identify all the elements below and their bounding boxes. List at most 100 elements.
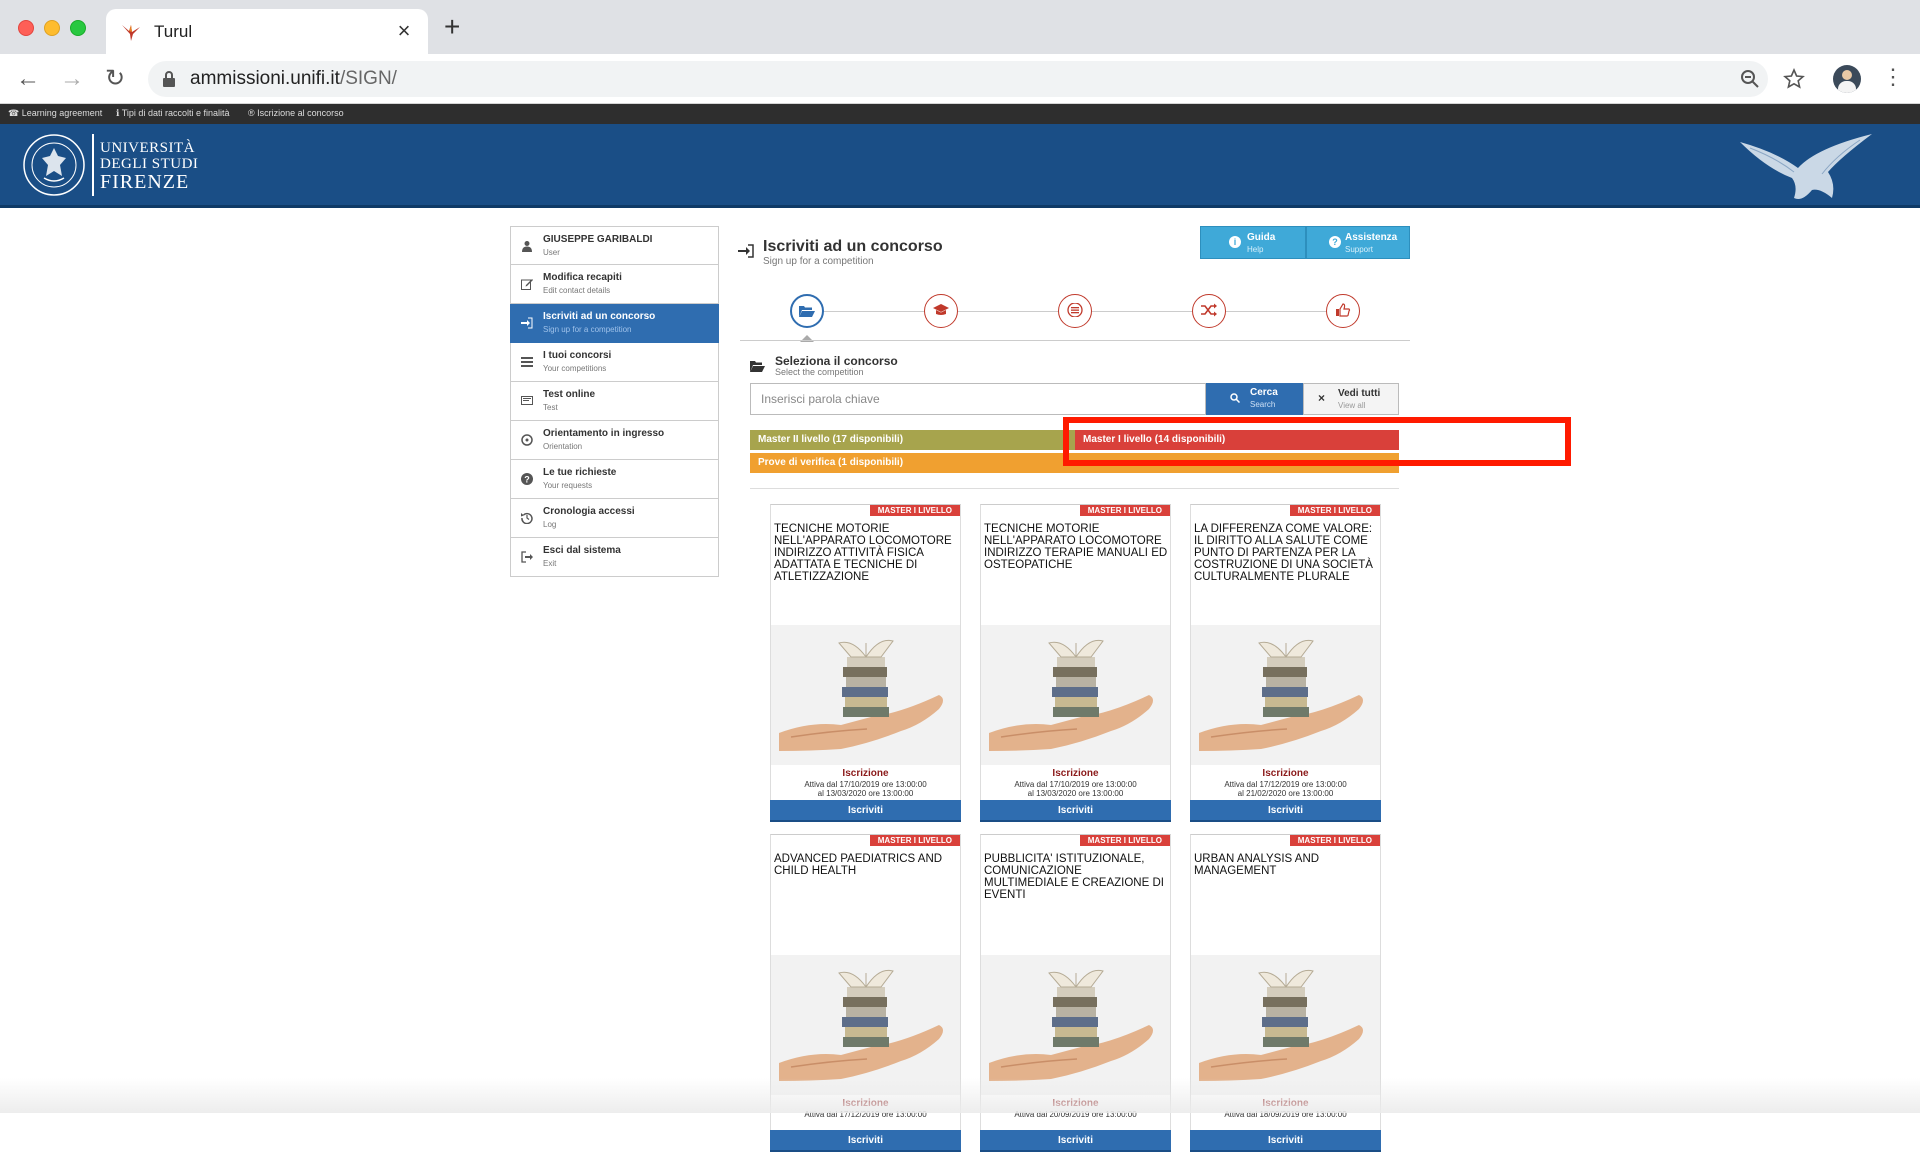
user-icon (522, 241, 532, 252)
card-iscriviti-button[interactable]: Iscriviti (1190, 800, 1381, 822)
card-iscriviti-button[interactable]: Iscriviti (770, 800, 961, 822)
address-bar[interactable]: ammissioni.unifi.it/SIGN/ (148, 61, 1768, 97)
sidebar-item-test-online[interactable]: Test online Test (510, 382, 719, 421)
sidebar-item-access-log[interactable]: Cronologia accessi Log (510, 499, 719, 538)
browser-tab[interactable]: Turul × (106, 9, 428, 54)
card-iscriviti-button[interactable]: Iscriviti (980, 1130, 1171, 1152)
browser-toolbar: ← → ↻ ammissioni.unifi.it/SIGN/ ⋮ (0, 54, 1920, 104)
zoom-icon[interactable] (1740, 69, 1760, 89)
category-master-ii[interactable]: Master II livello (17 disponibili) (750, 430, 1075, 450)
cards-divider (750, 488, 1399, 489)
sidebar-item-sublabel: Your competitions (543, 364, 607, 373)
sidebar-item-sublabel: Log (543, 520, 557, 529)
exit-icon (521, 551, 533, 563)
folder-open-icon (750, 361, 765, 372)
card-title[interactable]: LA DIFFERENZA COME VALORE: IL DIRITTO AL… (1194, 523, 1379, 583)
sidebar-item-edit-contacts[interactable]: Modifica recapiti Edit contact details (510, 265, 719, 304)
back-icon[interactable]: ← (14, 65, 42, 93)
topnav-data-types[interactable]: ℹ Tipi di dati raccolti e finalità (116, 108, 229, 119)
tab-close-icon[interactable]: × (392, 18, 416, 44)
keyword-search-input[interactable] (750, 383, 1206, 415)
logo-divider (92, 134, 94, 196)
competition-card: MASTER I LIVELLO LA DIFFERENZA COME VALOR… (1190, 504, 1381, 822)
sidebar-item-sublabel: Test (543, 403, 558, 412)
sidebar-item-requests[interactable]: ? Le tue richieste Your requests (510, 460, 719, 499)
sidebar-item-sublabel: Edit contact details (543, 286, 611, 295)
profile-avatar[interactable] (1833, 65, 1861, 93)
step-details[interactable] (1058, 294, 1092, 328)
card-dates-start: Attiva dal 17/10/2019 ore 13:00:00 (1014, 780, 1137, 789)
new-tab-icon[interactable]: + (444, 13, 460, 41)
star-icon[interactable] (1783, 68, 1805, 90)
card-iscriviti-button[interactable]: Iscriviti (1190, 1130, 1381, 1152)
forward-icon[interactable]: → (58, 65, 86, 93)
maximize-window-button[interactable] (70, 20, 86, 36)
university-wordmark[interactable]: UNIVERSITÀ DEGLI STUDI FIRENZE (100, 140, 198, 192)
graduation-cap-icon (933, 304, 949, 315)
support-button[interactable]: ? Assistenza Support (1306, 226, 1410, 259)
folder-open-icon (799, 306, 815, 317)
card-title[interactable]: PUBBLICITA' ISTITUZIONALE, COMUNICAZIONE… (984, 853, 1169, 901)
topnav-iscrizione[interactable]: ® Iscrizione al concorso (248, 108, 344, 118)
sidebar-item-label: Orientamento in ingresso (543, 428, 665, 439)
close-window-button[interactable] (18, 20, 34, 36)
university-seal-logo[interactable] (22, 132, 86, 198)
step-confirm[interactable] (1326, 294, 1360, 328)
card-title[interactable]: TECNICHE MOTORIE NELL'APPARATO LOCOMOTOR… (984, 523, 1169, 571)
sidebar-item-label: Iscriviti ad un concorso (543, 311, 656, 322)
card-title[interactable]: ADVANCED PAEDIATRICS AND CHILD HEALTH (774, 853, 959, 877)
sidebar-item-sign-up[interactable]: Iscriviti ad un concorso Sign up for a c… (510, 304, 719, 343)
help-button-sublabel: Help (1247, 245, 1264, 254)
list-icon (521, 357, 533, 367)
card-dates-start: Attiva dal 17/10/2019 ore 13:00:00 (804, 780, 927, 789)
search-button-sublabel: Search (1250, 400, 1276, 409)
sign-in-icon (738, 244, 754, 258)
card-dates-end: al 21/02/2020 ore 13:00:00 (1237, 789, 1334, 798)
topnav-learning-agreement[interactable]: ☎ Learning agreement (8, 108, 102, 119)
card-title[interactable]: TECNICHE MOTORIE NELL'APPARATO LOCOMOTOR… (774, 523, 959, 583)
sidebar-menu: GIUSEPPE GARIBALDI User Modifica recapit… (510, 226, 719, 577)
book-stack-on-hand-image (981, 955, 1170, 1095)
select-competition-title: Seleziona il concorso (775, 354, 898, 368)
step-choices[interactable] (1192, 294, 1226, 328)
sidebar-item-sublabel: Your requests (543, 481, 593, 490)
sidebar-item-your-competitions[interactable]: I tuoi concorsi Your competitions (510, 343, 719, 382)
site-header: UNIVERSITÀ DEGLI STUDI FIRENZE (0, 124, 1920, 208)
minimize-window-button[interactable] (44, 20, 60, 36)
search-button-label: Cerca (1250, 387, 1278, 398)
card-title[interactable]: URBAN ANALYSIS AND MANAGEMENT (1194, 853, 1379, 877)
sidebar-item-orientation[interactable]: Orientamento in ingresso Orientation (510, 421, 719, 460)
steps-divider (740, 340, 1410, 341)
card-level-badge: MASTER I LIVELLO (1289, 835, 1380, 846)
reload-icon[interactable]: ↻ (101, 65, 129, 93)
tab-title: Turul (154, 22, 193, 41)
sidebar-item-sublabel: Sign up for a competition (543, 325, 632, 334)
sidebar-item-user[interactable]: GIUSEPPE GARIBALDI User (510, 226, 719, 265)
sidebar-item-label: Cronologia accessi (543, 506, 635, 517)
card-iscriviti-button[interactable]: Iscriviti (770, 1130, 961, 1152)
sidebar-item-exit[interactable]: Esci dal sistema Exit (510, 538, 719, 577)
view-all-button-sublabel: View all (1338, 401, 1366, 410)
url-text: ammissioni.unifi.it/SIGN/ (190, 68, 397, 89)
card-image (771, 955, 960, 1095)
monitor-icon (521, 396, 533, 405)
card-iscriviti-button[interactable]: Iscriviti (980, 800, 1171, 822)
book-stack-on-hand-image (771, 955, 960, 1095)
book-stack-on-hand-image (1191, 625, 1380, 765)
step-select-competition[interactable] (790, 294, 824, 328)
view-all-button[interactable]: × Vedi tutti View all (1303, 383, 1399, 415)
card-dates-end: al 13/03/2020 ore 13:00:00 (817, 789, 914, 798)
select-competition-subtitle: Select the competition (775, 367, 864, 377)
search-button[interactable]: Cerca Search (1206, 383, 1303, 415)
menu-icon[interactable]: ⋮ (1882, 66, 1904, 88)
card-level-badge: MASTER I LIVELLO (1079, 835, 1170, 846)
turul-bird-icon (122, 25, 140, 41)
help-button[interactable]: i Guida Help (1200, 226, 1306, 259)
eagle-emblem-icon (1740, 134, 1872, 199)
page-title: Iscriviti ad un concorso (763, 238, 943, 255)
lock-icon (163, 71, 175, 87)
sidebar-item-label: Modifica recapiti (543, 272, 622, 283)
view-all-button-label: Vedi tutti (1338, 388, 1381, 399)
step-education[interactable] (924, 294, 958, 328)
card-status: Iscrizione (1052, 768, 1099, 779)
